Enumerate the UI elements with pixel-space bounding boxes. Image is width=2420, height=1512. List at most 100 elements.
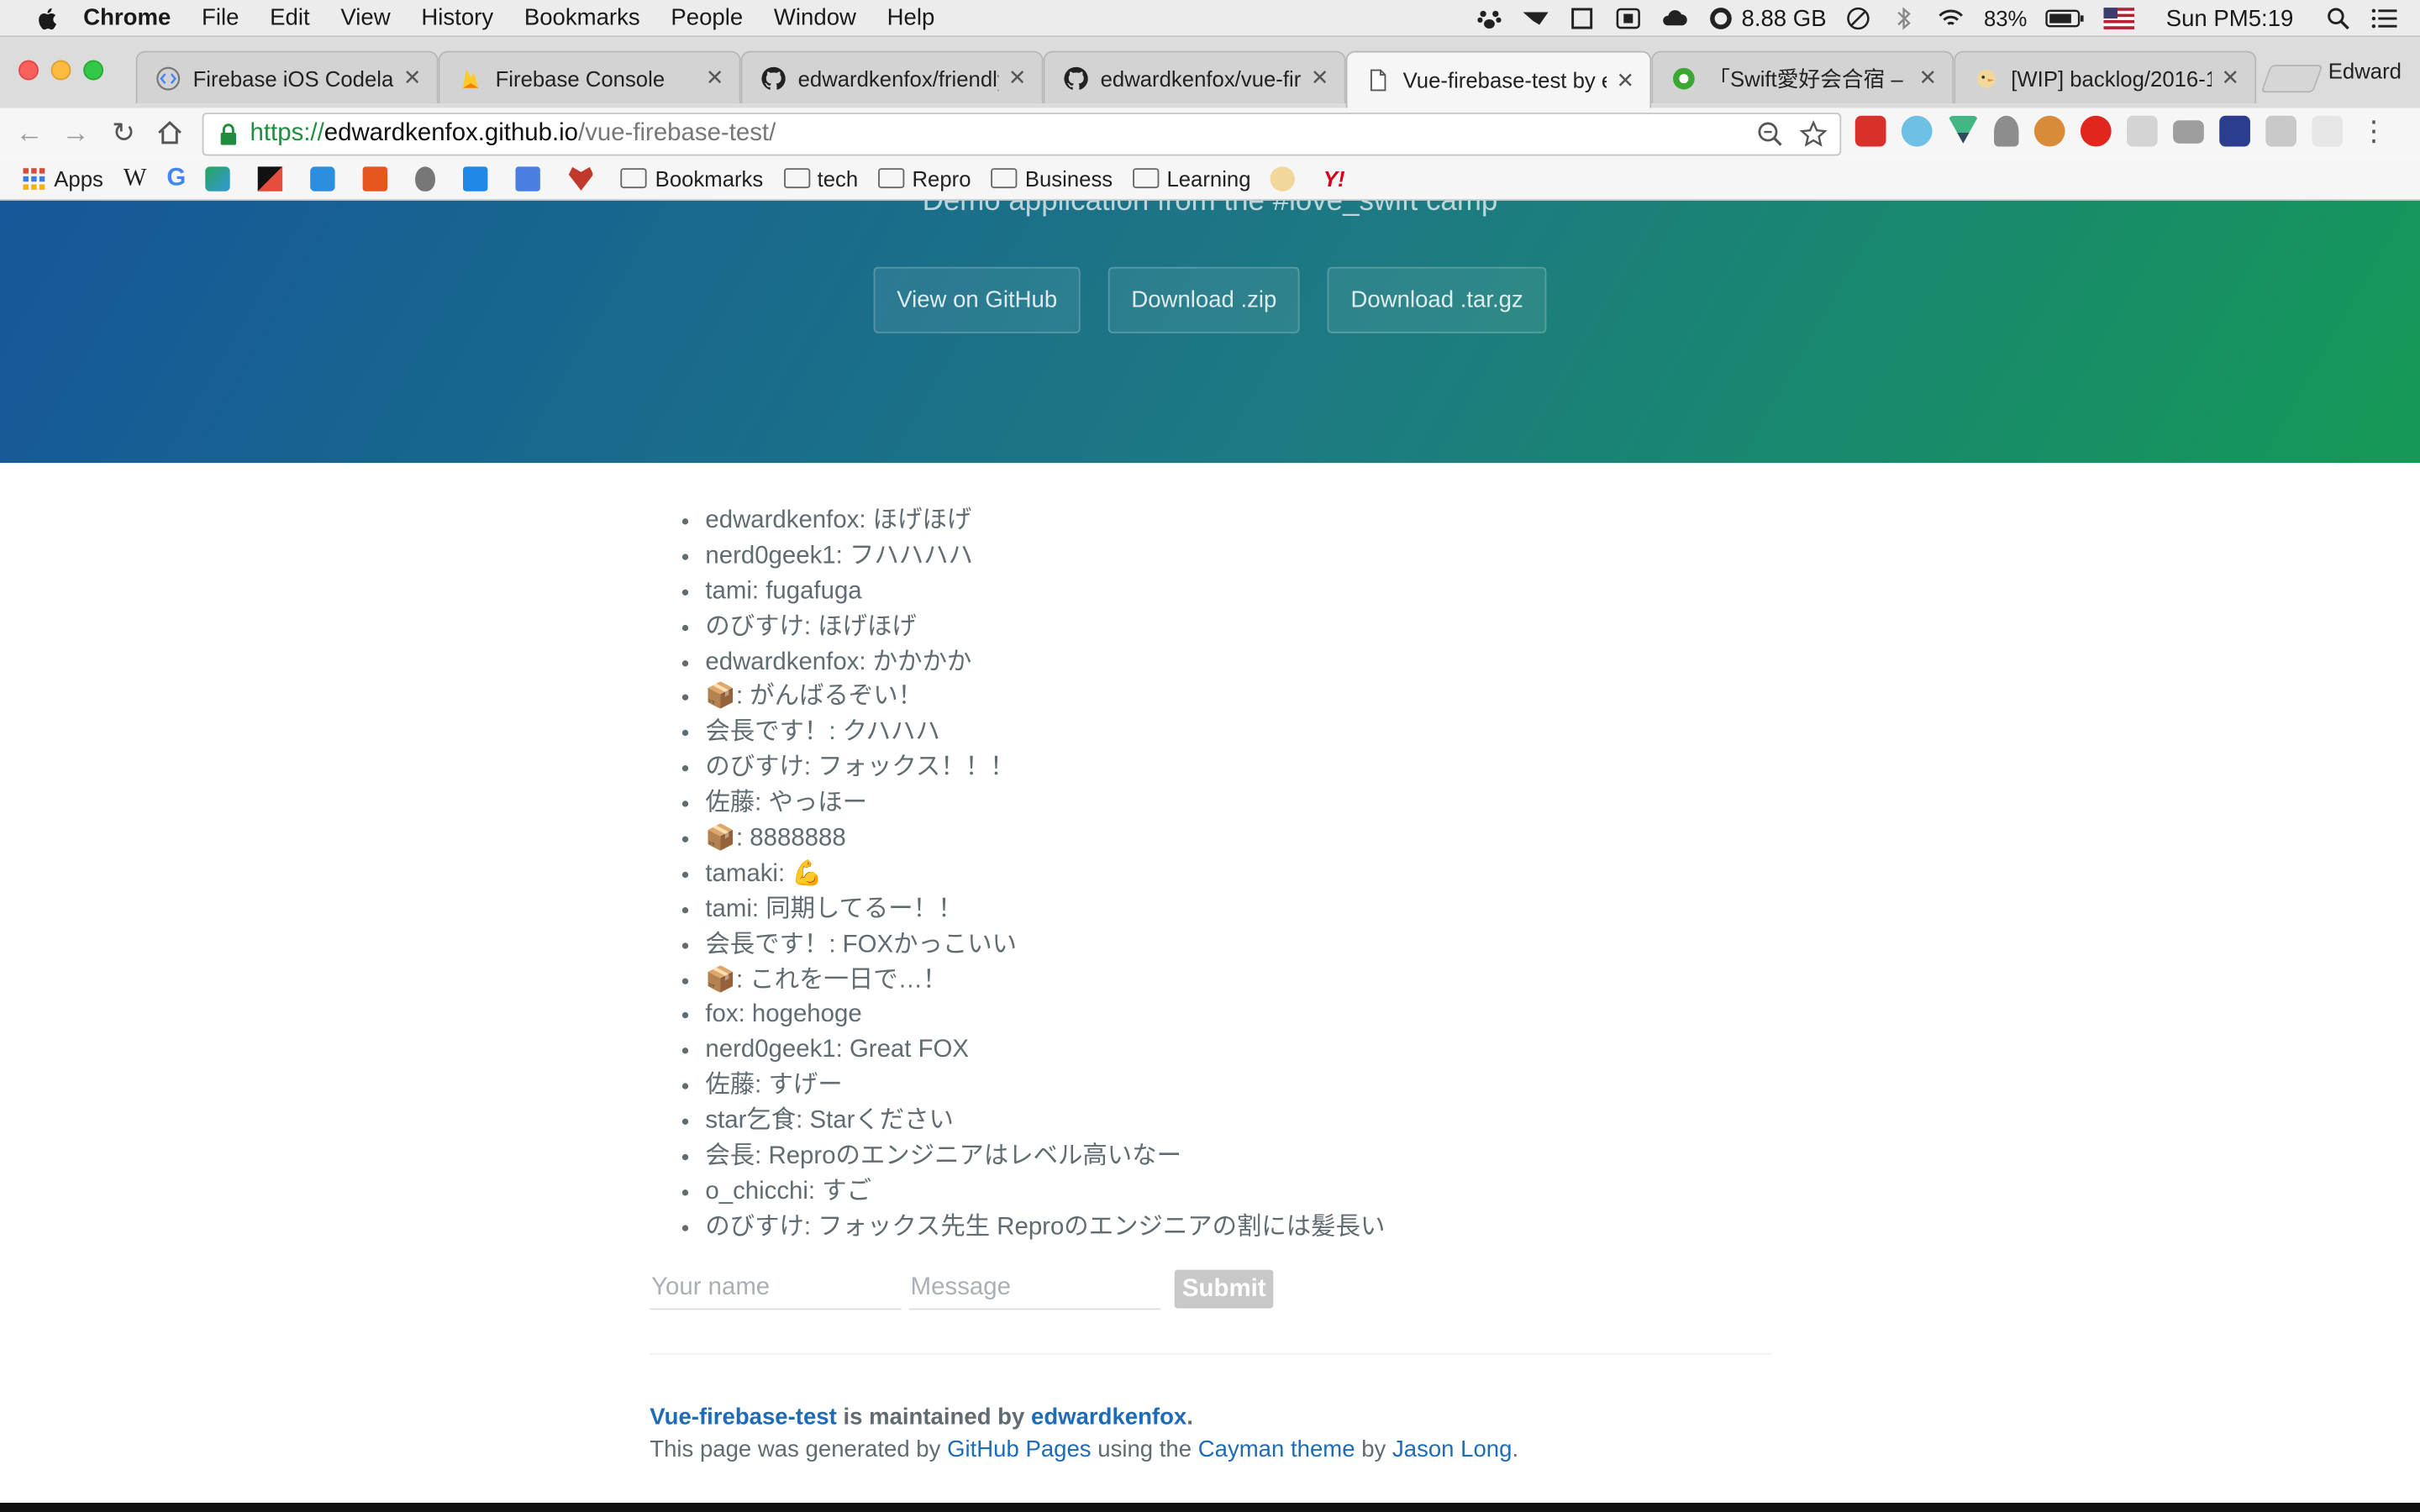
bookmark-icon-6[interactable]	[463, 165, 497, 191]
paw-icon[interactable]	[1476, 6, 1504, 30]
r-extension-icon[interactable]	[2265, 115, 2297, 147]
cookie-extension-icon[interactable]	[2033, 115, 2065, 147]
project-link[interactable]: Vue-firebase-test	[650, 1404, 837, 1430]
bookmark-label: Bookmarks	[655, 165, 764, 191]
minimize-window-button[interactable]	[50, 60, 71, 81]
reader-extension-icon[interactable]	[2219, 115, 2250, 147]
github-pages-link[interactable]: GitHub Pages	[947, 1436, 1092, 1462]
menu-edit[interactable]: Edit	[270, 5, 309, 31]
bookmark-icon-8[interactable]	[568, 165, 602, 191]
airmail-icon[interactable]	[1523, 6, 1550, 30]
site-footer: Vue-firebase-test is maintained by edwar…	[650, 1400, 1771, 1465]
bookmark-star-icon[interactable]	[1799, 120, 1828, 148]
author-link[interactable]: edwardkenfox	[1031, 1404, 1186, 1430]
download-tar-button[interactable]: Download .tar.gz	[1327, 266, 1547, 333]
list-item: 佐藤: やっほー	[705, 787, 1771, 822]
zoom-window-button[interactable]	[83, 60, 104, 81]
message-list: edwardkenfox: ほげほげ nerd0geek1: フハハハハ tam…	[650, 505, 1771, 1247]
bookmark-icon-9[interactable]	[1270, 165, 1303, 191]
window-icon[interactable]	[1569, 6, 1597, 30]
close-tab-icon[interactable]: ✕	[1008, 65, 1027, 91]
bookmark-icon-7[interactable]	[516, 165, 549, 191]
bolt-extension-icon[interactable]	[2312, 115, 2344, 147]
ghost-extension-icon[interactable]	[1994, 115, 2019, 147]
list-item: edwardkenfox: かかかか	[705, 646, 1771, 681]
bookmark-folder-business[interactable]: Business	[991, 165, 1113, 191]
memory-gauge-icon[interactable]	[1707, 6, 1735, 30]
close-window-button[interactable]	[18, 60, 39, 81]
bluetooth-icon[interactable]	[1891, 6, 1919, 30]
feather-extension-icon[interactable]	[1901, 115, 1933, 147]
bookmark-yahoo[interactable]: Y!	[1323, 165, 1345, 190]
apple-icon[interactable]	[34, 4, 61, 32]
menu-history[interactable]: History	[421, 5, 493, 31]
submit-button[interactable]: Submit	[1174, 1270, 1274, 1309]
bookmark-folder-tech[interactable]: tech	[783, 165, 858, 191]
tab-vue-firebase-test[interactable]: Vue-firebase-test by e ✕	[1345, 50, 1652, 108]
bookmark-folder-bookmarks[interactable]: Bookmarks	[621, 165, 764, 191]
bookmark-apps[interactable]: Apps	[22, 165, 103, 191]
close-tab-icon[interactable]: ✕	[1311, 65, 1329, 91]
chrome-menu-icon[interactable]: ⋮	[2359, 116, 2390, 147]
menu-window[interactable]: Window	[774, 5, 856, 31]
bookmark-icon-2[interactable]	[258, 165, 292, 191]
message-input[interactable]	[908, 1269, 1161, 1310]
tab-swift-camp[interactable]: 「Swift愛好会合宿 – 参加 ✕	[1651, 50, 1954, 104]
view-on-github-button[interactable]: View on GitHub	[873, 266, 1081, 333]
bookmark-icon-4[interactable]	[363, 165, 397, 191]
bookmark-wikipedia[interactable]: W	[124, 165, 147, 192]
zoom-icon[interactable]	[1756, 120, 1784, 148]
tab-label: Firebase Console	[495, 66, 666, 91]
tab-firebase-console[interactable]: Firebase Console ✕	[438, 50, 741, 104]
menu-view[interactable]: View	[340, 5, 390, 31]
bookmark-icon-5[interactable]	[415, 165, 444, 191]
message-form: Submit	[650, 1269, 1771, 1310]
screen-icon[interactable]	[1615, 6, 1643, 30]
profile-name[interactable]: Edward	[2328, 59, 2402, 83]
us-flag-icon[interactable]	[2104, 6, 2136, 30]
tab-github-friendly[interactable]: edwardkenfox/friendly ✕	[740, 50, 1044, 104]
tab-strip: Firebase iOS Codelab ✕ Firebase Console …	[0, 37, 2420, 108]
bookmark-folder-learning[interactable]: Learning	[1133, 165, 1251, 191]
list-item: tamaki: 💪	[705, 858, 1771, 893]
focus-icon[interactable]	[1845, 6, 1873, 30]
wifi-icon[interactable]	[1938, 6, 1965, 30]
notification-center-icon[interactable]	[2370, 6, 2398, 30]
jason-long-link[interactable]: Jason Long	[1392, 1436, 1512, 1462]
close-tab-icon[interactable]: ✕	[1617, 67, 1635, 93]
tab-github-vue-firebase[interactable]: edwardkenfox/vue-fire ✕	[1043, 50, 1346, 104]
menu-people[interactable]: People	[671, 5, 743, 31]
close-tab-icon[interactable]: ✕	[2222, 65, 2240, 91]
puzzle-extension-icon[interactable]	[2127, 115, 2158, 147]
camera-extension-icon[interactable]	[2173, 120, 2204, 144]
spotlight-search-icon[interactable]	[2324, 6, 2352, 30]
menu-file[interactable]: File	[202, 5, 239, 31]
bookmark-icon-3[interactable]	[311, 165, 344, 191]
calendar-extension-icon[interactable]	[1854, 115, 1886, 147]
home-icon[interactable]	[156, 118, 184, 146]
menu-help[interactable]: Help	[887, 5, 935, 31]
bookmark-google[interactable]: G	[166, 165, 186, 192]
menu-app-name[interactable]: Chrome	[83, 5, 171, 31]
opera-extension-icon[interactable]	[2080, 115, 2112, 147]
address-bar[interactable]: https://edwardkenfox.github.io/vue-fireb…	[202, 113, 1842, 156]
cloud-icon[interactable]	[1661, 6, 1689, 30]
vue-devtools-icon[interactable]	[1947, 115, 1979, 144]
download-zip-button[interactable]: Download .zip	[1107, 266, 1300, 333]
bookmark-folder-repro[interactable]: Repro	[878, 165, 971, 191]
new-tab-button[interactable]	[2260, 65, 2323, 93]
close-tab-icon[interactable]: ✕	[403, 65, 422, 91]
menubar-clock[interactable]: Sun PM5:19	[2166, 5, 2294, 31]
tab-firebase-ios-codelab[interactable]: Firebase iOS Codelab ✕	[135, 50, 439, 104]
close-tab-icon[interactable]: ✕	[706, 65, 724, 91]
reload-icon[interactable]: ↻	[107, 116, 140, 150]
name-input[interactable]	[650, 1269, 902, 1310]
menu-bookmarks[interactable]: Bookmarks	[524, 5, 640, 31]
forward-arrow-icon[interactable]: →	[59, 116, 92, 150]
bookmark-icon-1[interactable]	[206, 165, 239, 191]
tab-wip-backlog[interactable]: [WIP] backlog/2016-1 ✕	[1954, 50, 2257, 104]
back-arrow-icon[interactable]: ←	[13, 116, 46, 150]
cayman-theme-link[interactable]: Cayman theme	[1198, 1436, 1355, 1462]
battery-icon[interactable]	[2045, 6, 2086, 30]
close-tab-icon[interactable]: ✕	[1919, 65, 1938, 91]
